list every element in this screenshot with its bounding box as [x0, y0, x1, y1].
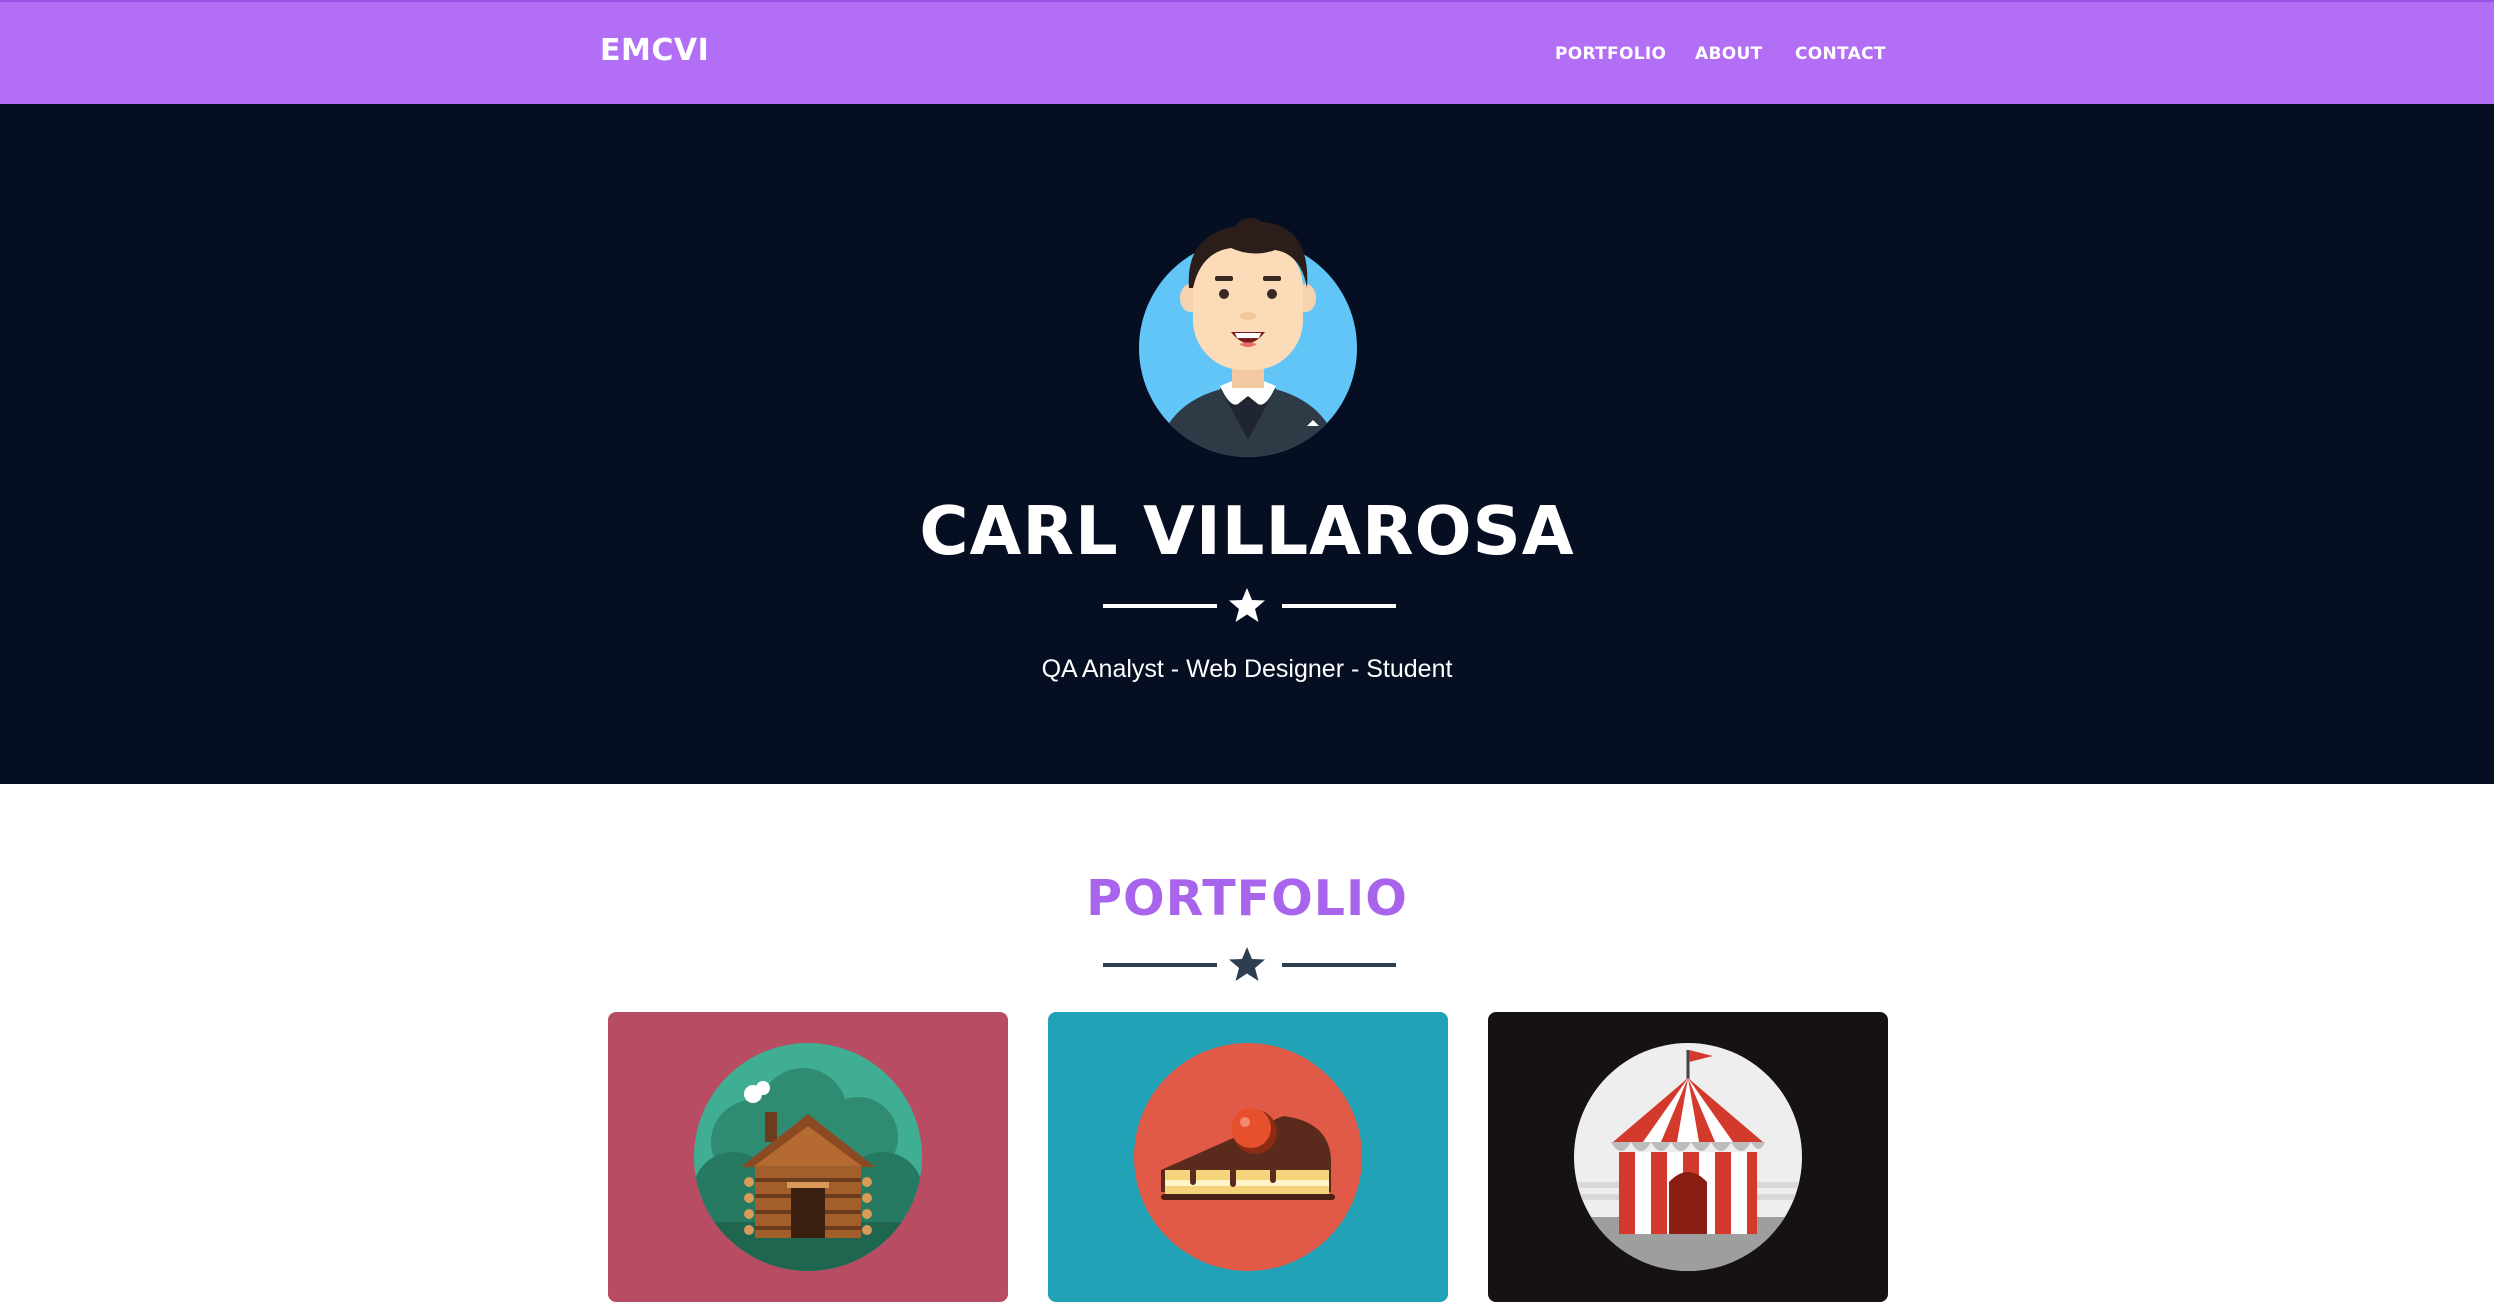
nav-link-about[interactable]: ABOUT [1695, 44, 1762, 64]
cake-icon [1134, 1043, 1362, 1271]
hero-divider [1100, 585, 1396, 625]
cabin-icon [694, 1043, 922, 1271]
portfolio-title: PORTFOLIO [1086, 870, 1408, 927]
hero-name: CARL VILLAROSA [919, 492, 1575, 570]
nav-link-contact[interactable]: CONTACT [1795, 44, 1886, 64]
hero-subtitle: QA Analyst - Web Designer - Student [1041, 655, 1453, 683]
star-icon [1229, 588, 1265, 622]
brand-logo[interactable]: EMCVI [600, 33, 709, 68]
star-icon [1229, 947, 1265, 981]
circus-tent-icon [1574, 1043, 1802, 1271]
portfolio-item-cake[interactable] [1048, 1012, 1448, 1302]
profile-avatar [1135, 208, 1361, 465]
portfolio-item-cabin[interactable] [608, 1012, 1008, 1302]
portfolio-item-circus[interactable] [1488, 1012, 1888, 1302]
nav-link-portfolio[interactable]: PORTFOLIO [1555, 44, 1666, 64]
navbar: EMCVI PORTFOLIO ABOUT CONTACT [0, 0, 2494, 104]
portfolio-divider [1100, 944, 1396, 984]
